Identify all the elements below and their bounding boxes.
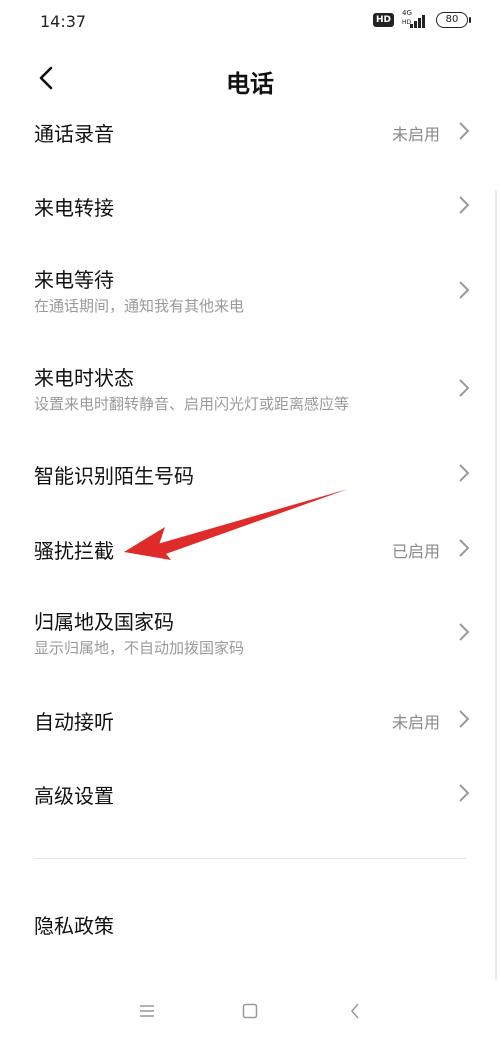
chevron-right-icon — [459, 623, 470, 641]
page-title: 电话 — [226, 70, 274, 98]
setting-label: 归属地及国家码 — [34, 610, 174, 634]
chevron-right-icon — [459, 539, 470, 557]
setting-advanced[interactable]: 高级设置 — [0, 772, 500, 816]
status-bar: 14:37 HD 4G HD 80 — [0, 0, 500, 44]
home-icon[interactable] — [235, 996, 265, 1026]
setting-call-forwarding[interactable]: 来电转接 — [0, 184, 500, 228]
setting-smart-caller-id[interactable]: 智能识别陌生号码 — [0, 452, 500, 496]
chevron-right-icon — [459, 122, 470, 140]
setting-status: 未启用 — [391, 125, 440, 144]
setting-auto-answer[interactable]: 自动接听 未启用 — [0, 698, 500, 742]
setting-description: 在通话期间，通知我有其他来电 — [34, 297, 245, 315]
chevron-right-icon — [459, 281, 470, 299]
setting-status: 未启用 — [391, 713, 440, 732]
chevron-right-icon — [459, 464, 470, 482]
header: 电话 — [0, 50, 500, 110]
section-divider — [34, 858, 466, 859]
setting-label: 骚扰拦截 — [34, 539, 114, 563]
signal-icon: 4G HD — [402, 9, 428, 28]
red-arrow-annotation — [124, 489, 348, 560]
setting-label: 通话录音 — [34, 122, 114, 146]
setting-privacy-policy[interactable]: 隐私政策 — [0, 902, 500, 946]
menu-icon[interactable] — [132, 996, 162, 1026]
setting-label: 高级设置 — [34, 784, 114, 808]
setting-label: 来电转接 — [34, 196, 114, 220]
setting-description: 显示归属地，不自动加拨国家码 — [34, 639, 245, 657]
navigation-bar — [0, 982, 500, 1040]
back-icon[interactable] — [340, 996, 370, 1026]
setting-call-recording[interactable]: 通话录音 未启用 — [0, 110, 500, 154]
chevron-right-icon — [459, 379, 470, 397]
scrollbar[interactable] — [495, 190, 497, 980]
chevron-right-icon — [459, 784, 470, 802]
setting-spam-blocking[interactable]: 骚扰拦截 已启用 — [0, 527, 500, 571]
setting-incoming-call-state[interactable]: 来电时状态 设置来电时翻转静音、启用闪光灯或距离感应等 — [0, 360, 500, 420]
chevron-right-icon — [459, 196, 470, 214]
setting-location-country-code[interactable]: 归属地及国家码 显示归属地，不自动加拨国家码 — [0, 604, 500, 664]
status-icons: HD 4G HD 80 — [372, 9, 471, 28]
setting-description: 设置来电时翻转静音、启用闪光灯或距离感应等 — [34, 395, 350, 413]
battery-icon: 80 — [436, 12, 471, 28]
setting-label: 来电时状态 — [34, 366, 134, 390]
hd-icon: HD — [372, 13, 394, 27]
setting-label: 来电等待 — [34, 268, 114, 292]
setting-label: 隐私政策 — [34, 914, 114, 938]
setting-call-waiting[interactable]: 来电等待 在通话期间，通知我有其他来电 — [0, 262, 500, 322]
setting-status: 已启用 — [391, 542, 440, 561]
setting-label: 自动接听 — [34, 710, 114, 734]
chevron-right-icon — [459, 710, 470, 728]
setting-label: 智能识别陌生号码 — [34, 464, 194, 488]
status-time: 14:37 — [40, 12, 87, 31]
